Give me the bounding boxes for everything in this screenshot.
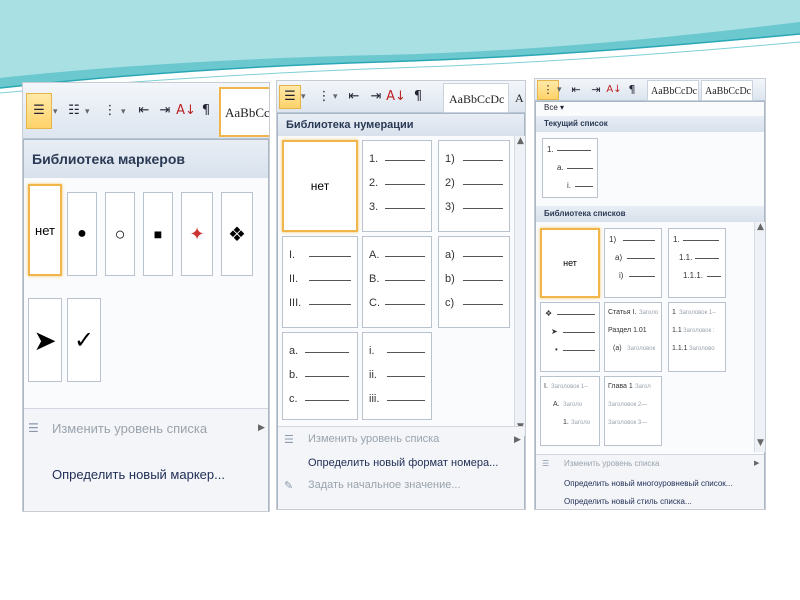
multilevel-list-panel: ⋮ ▾ ⇤ ⇥ A↓ ¶ AaBbCcDc AaBbCcDc Все ▾ Тек… — [534, 78, 766, 510]
scroll-up-icon[interactable]: ▲ — [757, 222, 764, 232]
list-style-tile[interactable]: Глава 1 Загол Заголовок 2— Заголовок 3— — [604, 376, 662, 446]
list-style-tile[interactable]: I. Заголовок 1– A. Заголо 1. Заголо — [540, 376, 600, 446]
scroll-up-icon[interactable]: ▲ — [517, 136, 524, 146]
multilevel-dropdown-icon[interactable]: ▾ — [121, 107, 126, 117]
list-style-tile[interactable]: 1. 1.1. 1.1.1. — [668, 228, 726, 298]
list-none-tile[interactable]: нет — [540, 228, 600, 298]
bullet-star-tile[interactable]: ✦ — [181, 192, 213, 276]
style-preview-normal[interactable]: AaBbCcDc — [219, 87, 269, 137]
show-marks-button[interactable]: ¶ — [195, 99, 217, 123]
sort-button[interactable]: A↓ — [385, 85, 407, 109]
submenu-arrow-icon: ▶ — [514, 435, 521, 445]
bullet-checkmark-tile[interactable]: ✓ — [67, 298, 101, 382]
bullets-button[interactable]: ☰ — [26, 93, 52, 129]
numbering-format-tile[interactable]: 1. 2. 3. — [362, 140, 432, 232]
style-preview-next[interactable]: A — [513, 83, 525, 113]
bullet-hollow-circle-tile[interactable]: ○ — [105, 192, 135, 276]
numbering-format-tile[interactable]: I. II. III. — [282, 236, 358, 328]
list-style-tile[interactable]: ❖ ➤ • — [540, 302, 600, 372]
numbering-format-tile[interactable]: i. ii. iii. — [362, 332, 432, 420]
bullets-button[interactable]: ☰ — [279, 85, 301, 109]
increase-indent-button[interactable]: ⇥ — [154, 99, 176, 123]
change-level-item: Изменить уровень списка — [52, 421, 208, 436]
change-level-item: Изменить уровень списка — [564, 459, 660, 468]
numbering-format-tile[interactable]: 1) 2) 3) — [438, 140, 510, 232]
numbering-button[interactable]: ☷ — [63, 99, 85, 123]
increase-indent-button[interactable]: ⇥ — [365, 85, 387, 109]
list-style-tile[interactable]: 1) a) i) — [604, 228, 662, 298]
show-marks-button[interactable]: ¶ — [621, 80, 643, 100]
change-level-item: Изменить уровень списка — [308, 433, 440, 445]
numbering-library-panel: ☰ ▾ ⋮ ▾ ⇤ ⇥ A↓ ¶ AaBbCcDc A Библиотека н… — [276, 80, 526, 510]
ribbon-toolbar: ☰ ▾ ☷ ▾ ⋮ ▾ ⇤ ⇥ A↓ ¶ AaBbCcDc — [23, 83, 269, 139]
numbering-none-tile[interactable]: нет — [282, 140, 358, 232]
bullet-square-tile[interactable]: ■ — [143, 192, 173, 276]
menu-footer: ☰ Изменить уровень списка ▶ Определить н… — [24, 408, 268, 511]
bullet-diamond-tile[interactable]: ❖ — [221, 192, 253, 276]
list-style-tile[interactable]: 1 Заголовок 1– 1.1 Заголовок : 1.1.1 Заголо… — [668, 302, 726, 372]
bullet-none-tile[interactable]: нет — [28, 184, 62, 276]
submenu-arrow-icon: ▶ — [754, 459, 760, 467]
sort-button[interactable]: A↓ — [175, 99, 197, 123]
change-level-icon: ☰ — [284, 433, 294, 446]
define-multilevel-list-item[interactable]: Определить новый многоуровневый список..… — [564, 479, 732, 488]
list-style-tile[interactable]: Статья I. Заголо Раздел 1.01 (а) Заголовок — [604, 302, 662, 372]
current-list-tile[interactable]: 1. a. i. — [542, 138, 598, 198]
numbering-format-tile[interactable]: a. b. c. — [282, 332, 358, 420]
numbering-library-menu: Библиотека нумерации ▲ ▼ нет 1. 2. 3. 1)… — [277, 113, 525, 509]
define-new-bullet-item[interactable]: Определить новый маркер... — [52, 467, 225, 482]
menu-footer: ☰ Изменить уровень списка ▶ Определить н… — [536, 454, 764, 509]
bullets-dropdown-icon[interactable]: ▾ — [53, 107, 58, 117]
bullet-library-menu: Библиотека маркеров нет ● ○ ■ ✦ ❖ ➤ ✓ ☰ … — [23, 139, 269, 511]
ribbon-toolbar: ☰ ▾ ⋮ ▾ ⇤ ⇥ A↓ ¶ AaBbCcDc A — [277, 81, 525, 113]
multilevel-dropdown-icon[interactable]: ▾ — [557, 85, 562, 95]
decrease-indent-button[interactable]: ⇤ — [343, 85, 365, 109]
multilevel-list-button[interactable]: ⋮ — [313, 85, 335, 109]
multilevel-list-button[interactable]: ⋮ — [99, 99, 121, 123]
style-preview-normal[interactable]: AaBbCcDc — [647, 80, 699, 101]
style-preview-next[interactable]: AaBbCcDc — [701, 80, 753, 101]
gallery-scrollbar[interactable]: ▲ ▼ — [754, 222, 765, 452]
gallery-scrollbar[interactable]: ▲ ▼ — [514, 136, 525, 436]
define-list-style-item[interactable]: Определить новый стиль списка... — [564, 497, 692, 506]
ribbon-toolbar: ⋮ ▾ ⇤ ⇥ A↓ ¶ AaBbCcDc AaBbCcDc — [535, 79, 765, 101]
gallery-header: Библиотека маркеров — [24, 140, 268, 178]
slide: ☰ ▾ ☷ ▾ ⋮ ▾ ⇤ ⇥ A↓ ¶ AaBbCcDc Библиотека… — [0, 0, 800, 600]
gallery-header: Библиотека нумерации — [278, 114, 524, 136]
numbering-format-tile[interactable]: a) b) c) — [438, 236, 510, 328]
decrease-indent-button[interactable]: ⇤ — [133, 99, 155, 123]
bullet-arrow-tile[interactable]: ➤ — [28, 298, 62, 382]
scroll-down-icon[interactable]: ▼ — [757, 438, 764, 448]
bullets-dropdown-icon[interactable]: ▾ — [301, 92, 306, 102]
define-number-format-item[interactable]: Определить новый формат номера... — [308, 457, 498, 469]
current-list-header: Текущий список — [536, 116, 764, 132]
bullet-filled-circle-tile[interactable]: ● — [67, 192, 97, 276]
multilevel-list-menu: Все ▾ Текущий список 1. a. i. Библиотека… — [535, 101, 765, 509]
show-marks-button[interactable]: ¶ — [407, 85, 429, 109]
filter-all-dropdown[interactable]: Все ▾ — [544, 103, 564, 112]
bullet-library-panel: ☰ ▾ ☷ ▾ ⋮ ▾ ⇤ ⇥ A↓ ¶ AaBbCcDc Библиотека… — [22, 82, 270, 512]
set-start-value-item: Задать начальное значение... — [308, 479, 461, 491]
list-library-header: Библиотека списков — [536, 206, 764, 222]
multilevel-list-button[interactable]: ⋮ — [537, 80, 559, 100]
menu-footer: ☰ Изменить уровень списка ▶ Определить н… — [278, 426, 524, 509]
decrease-indent-button[interactable]: ⇤ — [565, 80, 587, 100]
change-level-icon: ☰ — [542, 459, 550, 468]
set-start-value-icon: ✎ — [284, 479, 294, 492]
submenu-arrow-icon: ▶ — [258, 423, 265, 433]
multilevel-dropdown-icon[interactable]: ▾ — [333, 92, 338, 102]
numbering-dropdown-icon[interactable]: ▾ — [85, 107, 90, 117]
change-level-icon: ☰ — [28, 421, 39, 435]
style-preview-normal[interactable]: AaBbCcDc — [443, 83, 509, 113]
numbering-format-tile[interactable]: A. B. C. — [362, 236, 432, 328]
